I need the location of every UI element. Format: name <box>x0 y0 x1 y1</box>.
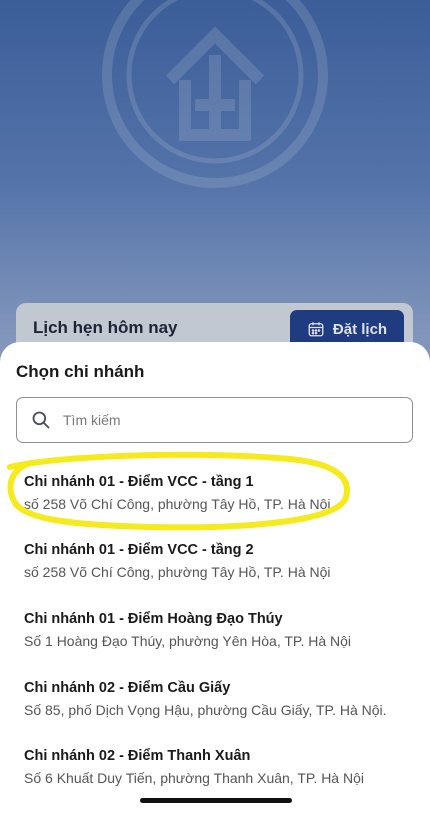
branch-item[interactable]: Chi nhánh 01 - Điểm VCC - tầng 2 số 258 … <box>24 542 414 580</box>
branch-address: Số 1 Hoàng Đạo Thúy, phường Yên Hòa, TP.… <box>24 633 352 649</box>
branch-item[interactable]: Chi nhánh 01 - Điểm VCC - tầng 1 số 258 … <box>24 474 414 512</box>
sheet-title: Chọn chi nhánh <box>16 362 145 381</box>
branch-name: Chi nhánh 01 - Điểm Hoàng Đạo Thúy <box>24 611 283 627</box>
branch-item[interactable]: Chi nhánh 02 - Điểm Thanh Xuân Số 6 Khuấ… <box>24 748 414 786</box>
branch-address: Số 85, phố Dịch Vọng Hậu, phường Cầu Giấ… <box>24 702 387 718</box>
branch-address: số 258 Võ Chí Công, phường Tây Hồ, TP. H… <box>24 496 331 512</box>
home-indicator <box>140 798 292 803</box>
search-input[interactable] <box>63 398 403 441</box>
branch-item[interactable]: Chi nhánh 01 - Điểm Hoàng Đạo Thúy Số 1 … <box>24 611 414 649</box>
branch-picker-sheet: Chọn chi nhánh Chi nhánh 01 - Điểm VCC -… <box>0 342 430 813</box>
branch-name: Chi nhánh 01 - Điểm VCC - tầng 2 <box>24 542 254 558</box>
branch-name: Chi nhánh 02 - Điểm Cầu Giấy <box>24 680 231 696</box>
branch-address: số 258 Võ Chí Công, phường Tây Hồ, TP. H… <box>24 564 331 580</box>
branch-name: Chi nhánh 02 - Điểm Thanh Xuân <box>24 748 251 764</box>
search-box[interactable] <box>16 397 413 443</box>
branch-name: Chi nhánh 01 - Điểm VCC - tầng 1 <box>24 474 254 490</box>
branch-item[interactable]: Chi nhánh 02 - Điểm Cầu Giấy Số 85, phố … <box>24 680 414 718</box>
search-icon <box>32 411 50 429</box>
branch-address: Số 6 Khuất Duy Tiến, phường Thanh Xuân, … <box>24 770 364 786</box>
